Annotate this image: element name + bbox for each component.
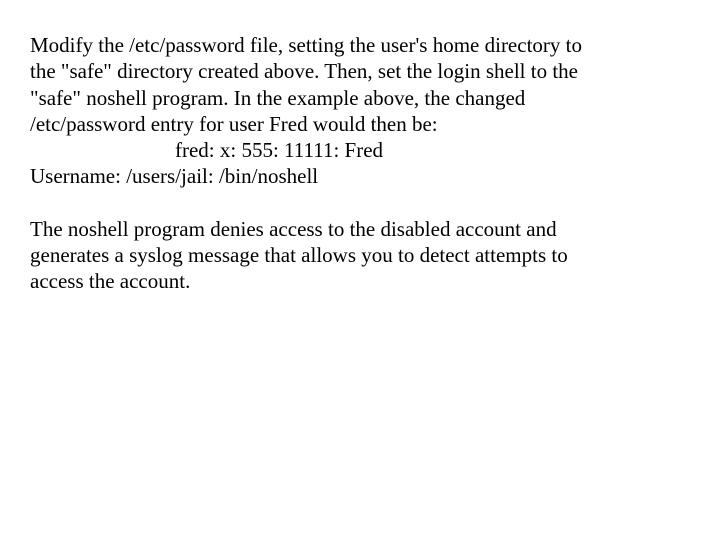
code-line: fred: x: 555: 11111: Fred (175, 138, 383, 162)
paragraph-1: Modify the /etc/password file, setting t… (30, 32, 690, 190)
text-line: the "safe" directory created above. Then… (30, 59, 578, 83)
text-line: /etc/password entry for user Fred would … (30, 112, 438, 136)
text-line: Modify the /etc/password file, setting t… (30, 33, 582, 57)
text-line: generates a syslog message that allows y… (30, 243, 568, 267)
paragraph-2: The noshell program denies access to the… (30, 216, 690, 295)
paragraph-spacer (30, 190, 690, 216)
text-line: "safe" noshell program. In the example a… (30, 86, 525, 110)
text-line: The noshell program denies access to the… (30, 217, 557, 241)
text-line: access the account. (30, 269, 190, 293)
text-line: Username: /users/jail: /bin/noshell (30, 164, 318, 188)
